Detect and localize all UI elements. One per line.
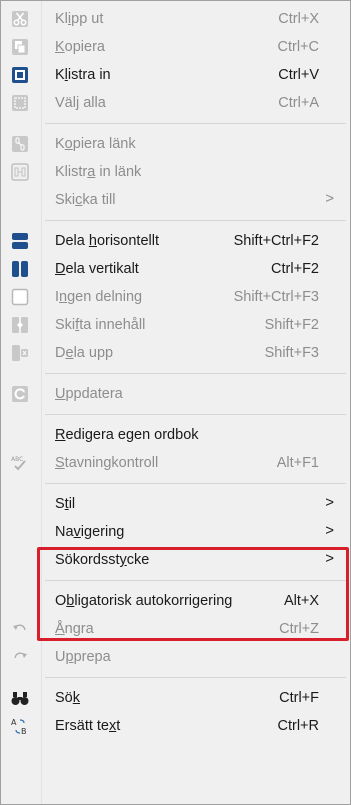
menu-item-valj-alla: Välj alla Ctrl+A	[1, 89, 350, 117]
chevron-right-icon: >	[325, 522, 334, 539]
menu-item-dela-upp: Dela upp Shift+F3	[1, 339, 350, 367]
menu-item-shortcut: Shift+Ctrl+F3	[233, 289, 319, 305]
menu-item-label: Ingen delning	[55, 289, 143, 305]
menu-item-label: Upprepa	[55, 649, 111, 665]
menu-item-label: Kopiera	[55, 39, 105, 55]
menu-item-label: Klistra in	[55, 67, 111, 83]
menu-item-navigering[interactable]: Navigering >	[1, 518, 350, 546]
menu-item-label: Klistra in länk	[55, 164, 142, 180]
menu-item-label: Skicka till	[55, 192, 116, 208]
menu-item-label: Stavningkontroll	[55, 455, 159, 471]
copy-icon	[11, 38, 29, 56]
menu-item-klistra-in[interactable]: Klistra in Ctrl+V	[1, 61, 350, 89]
menu-item-ersatt-text[interactable]: A B Ersätt text Ctrl+R	[1, 712, 350, 740]
undo-icon	[11, 620, 29, 638]
svg-text:B: B	[21, 727, 27, 735]
menu-separator	[45, 677, 346, 678]
menu-item-upprepa: Upprepa	[1, 643, 350, 671]
menu-item-label: Redigera egen ordbok	[55, 427, 199, 443]
menu-item-skifta-innehall: Skifta innehåll Shift+F2	[1, 311, 350, 339]
context-menu: Klipp ut Ctrl+X Kopiera Ctrl+C Klistra in Ctr…	[0, 0, 351, 805]
svg-text:A: A	[11, 718, 17, 727]
menu-item-shortcut: Ctrl+F2	[271, 261, 319, 277]
menu-item-label: Dela upp	[55, 345, 114, 361]
menu-item-dela-horisontellt[interactable]: Dela horisontellt Shift+Ctrl+F2	[1, 227, 350, 255]
no-split-icon	[11, 288, 29, 306]
menu-item-label: Dela horisontellt	[55, 233, 159, 249]
replace-text-icon: AB	[11, 717, 29, 736]
menu-item-shortcut: Ctrl+X	[278, 11, 319, 27]
menu-item-shortcut: Shift+F3	[264, 345, 319, 361]
menu-item-sok[interactable]: Sök Ctrl+F	[1, 684, 350, 712]
menu-separator	[45, 373, 346, 374]
menu-item-kopiera-lank: Kopiera länk	[1, 130, 350, 158]
split-vertical-icon	[11, 260, 29, 278]
menu-item-shortcut: Ctrl+R	[277, 718, 320, 734]
menu-item-skicka-till: Skicka till >	[1, 186, 350, 214]
menu-item-klistra-in-lank: Klistra in länk	[1, 158, 350, 186]
menu-separator	[45, 483, 346, 484]
split-up-icon	[11, 344, 29, 362]
menu-separator	[45, 220, 346, 221]
split-horizontal-icon	[11, 232, 29, 250]
menu-item-label: Ersätt text	[55, 718, 121, 734]
swap-content-icon	[11, 316, 29, 334]
menu-item-stavningkontroll: ABC Stavningkontroll Alt+F1	[1, 449, 350, 477]
menu-item-label: Skifta innehåll	[55, 317, 146, 333]
select-all-icon	[11, 94, 29, 112]
menu-item-label: Dela vertikalt	[55, 261, 139, 277]
menu-item-shortcut: Ctrl+A	[278, 95, 319, 111]
paste-link-icon	[11, 163, 29, 181]
menu-item-kopiera: Kopiera Ctrl+C	[1, 33, 350, 61]
menu-item-shortcut: Ctrl+F	[279, 690, 319, 706]
menu-item-shortcut: Shift+F2	[264, 317, 319, 333]
menu-item-label: Klipp ut	[55, 11, 104, 27]
menu-item-label: Kopiera länk	[55, 136, 136, 152]
spellcheck-icon: ABC	[11, 454, 29, 472]
menu-item-ingen-delning: Ingen delning Shift+Ctrl+F3	[1, 283, 350, 311]
menu-item-shortcut: Ctrl+V	[278, 67, 319, 83]
menu-item-label: Välj alla	[55, 95, 106, 111]
redo-icon	[11, 648, 29, 666]
chevron-right-icon: >	[325, 190, 334, 207]
menu-item-uppdatera: Uppdatera	[1, 380, 350, 408]
menu-separator	[45, 414, 346, 415]
menu-item-label: Sök	[55, 690, 80, 706]
menu-item-redigera-egen-ordbok[interactable]: Redigera egen ordbok	[1, 421, 350, 449]
menu-separator	[45, 123, 346, 124]
chevron-right-icon: >	[325, 494, 334, 511]
svg-text:ABC: ABC	[11, 456, 23, 463]
menu-item-shortcut: Alt+F1	[276, 455, 319, 471]
menu-item-label: Uppdatera	[55, 386, 123, 402]
refresh-icon	[11, 385, 29, 403]
menu-item-shortcut: Shift+Ctrl+F2	[233, 233, 319, 249]
highlight-box	[37, 547, 349, 641]
menu-item-label: Stil	[55, 496, 76, 512]
binoculars-icon	[11, 689, 29, 707]
paste-icon	[11, 66, 29, 84]
scissors-icon	[11, 10, 29, 28]
menu-item-dela-vertikalt[interactable]: Dela vertikalt Ctrl+F2	[1, 255, 350, 283]
menu-item-shortcut: Ctrl+C	[277, 39, 320, 55]
menu-item-label: Navigering	[55, 524, 125, 540]
menu-item-klipp-ut: Klipp ut Ctrl+X	[1, 5, 350, 33]
copy-link-icon	[11, 135, 29, 153]
menu-item-stil[interactable]: Stil >	[1, 490, 350, 518]
